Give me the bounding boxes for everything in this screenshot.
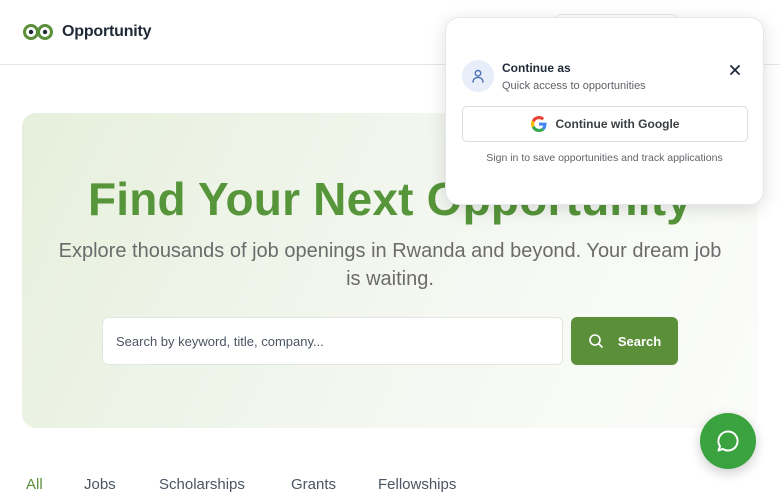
tab-fellowships[interactable]: Fellowships — [378, 476, 456, 493]
user-icon — [472, 69, 484, 83]
continue-as-title: Continue as — [502, 61, 571, 75]
popup-footer-text: Sign in to save opportunities and track … — [486, 152, 723, 164]
infinity-logo-icon — [23, 24, 53, 40]
tab-jobs[interactable]: Jobs — [84, 476, 116, 493]
close-icon — [730, 65, 740, 75]
search-button-label: Search — [617, 333, 662, 349]
google-icon — [530, 116, 546, 132]
search-icon — [589, 334, 603, 348]
continue-with-google-button[interactable]: Continue with Google — [462, 106, 748, 142]
tab-all[interactable]: All — [26, 476, 43, 493]
brand-logo[interactable]: Opportunity — [22, 22, 152, 42]
chat-bubble-icon — [717, 430, 739, 452]
close-popup-button[interactable] — [727, 62, 743, 78]
tab-grants[interactable]: Grants — [291, 476, 336, 493]
search-button[interactable]: Search — [571, 317, 678, 365]
search-input[interactable] — [102, 317, 563, 365]
google-signin-popup: Continue as Quick access to opportunitie… — [445, 17, 764, 205]
tab-scholarships[interactable]: Scholarships — [159, 476, 245, 493]
brand-name: Opportunity — [62, 23, 152, 40]
google-button-label: Continue with Google — [555, 117, 680, 131]
continue-as-subtitle: Quick access to opportunities — [502, 80, 646, 92]
hero-subtitle: Explore thousands of job openings in Rwa… — [58, 240, 722, 290]
chat-button[interactable] — [700, 413, 756, 469]
avatar — [462, 60, 494, 92]
